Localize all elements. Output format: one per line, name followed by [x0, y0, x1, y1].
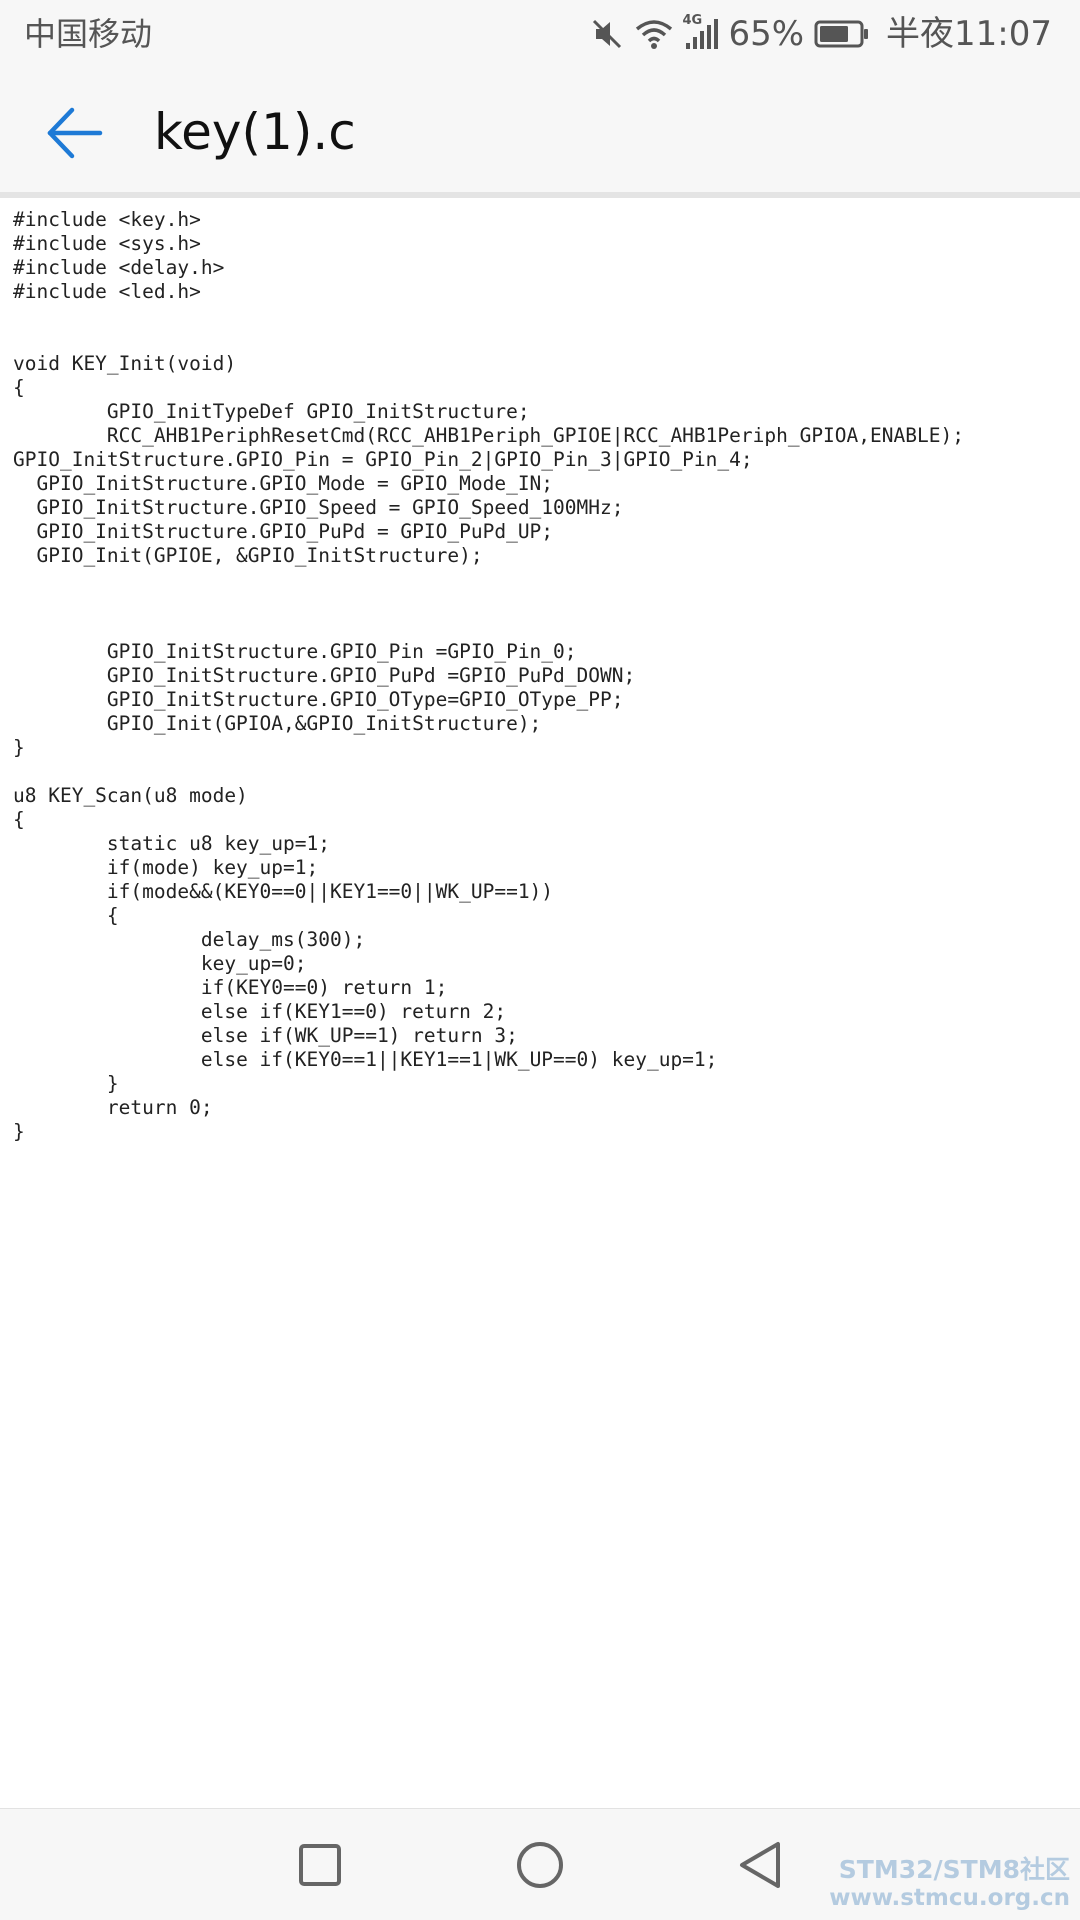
code-line: GPIO_InitStructure.GPIO_OType=GPIO_OType… — [13, 688, 624, 711]
code-line: } — [13, 736, 25, 759]
code-line: #include <key.h> — [13, 208, 201, 231]
wifi-icon — [634, 17, 674, 51]
watermark-line1: STM32/STM8社区 — [838, 1855, 1070, 1884]
code-line: #include <delay.h> — [13, 256, 225, 279]
clock: 半夜11:07 — [886, 14, 1052, 54]
code-line: GPIO_Init(GPIOA,&GPIO_InitStructure); — [13, 712, 542, 735]
code-line: { — [13, 808, 25, 831]
code-line: if(mode&&(KEY0==0||KEY1==0||WK_UP==1)) — [13, 880, 554, 903]
code-line: GPIO_InitStructure.GPIO_PuPd = GPIO_PuPd… — [13, 520, 554, 543]
triangle-back-icon — [740, 1842, 780, 1888]
code-view[interactable]: #include <key.h> #include <sys.h> #inclu… — [0, 198, 1080, 1808]
carrier-name: 中国移动 — [24, 15, 153, 53]
code-line: static u8 key_up=1; — [13, 832, 330, 855]
mute-icon — [590, 17, 624, 51]
code-line: void KEY_Init(void) — [13, 352, 237, 375]
code-line: delay_ms(300); — [13, 928, 366, 951]
watermark: STM32/STM8社区 www.stmcu.org.cn — [829, 1856, 1070, 1912]
code-line: #include <sys.h> — [13, 232, 201, 255]
status-icons: 4G 65% 半夜11:07 — [590, 10, 1052, 58]
code-line: else if(WK_UP==1) return 3; — [13, 1024, 518, 1047]
code-line: else if(KEY0==1||KEY1==1|WK_UP==0) key_u… — [13, 1048, 718, 1071]
battery-icon — [814, 19, 870, 49]
code-line: GPIO_InitTypeDef GPIO_InitStructure; — [13, 400, 530, 423]
network-type: 4G — [682, 13, 703, 28]
file-title: key(1).c — [154, 103, 356, 161]
code-line: if(KEY0==0) return 1; — [13, 976, 448, 999]
code-line: GPIO_InitStructure.GPIO_Pin =GPIO_Pin_0; — [13, 640, 577, 663]
code-line: key_up=0; — [13, 952, 307, 975]
code-line: u8 KEY_Scan(u8 mode) — [13, 784, 248, 807]
code-line: GPIO_InitStructure.GPIO_PuPd =GPIO_PuPd_… — [13, 664, 636, 687]
code-line: GPIO_InitStructure.GPIO_Speed = GPIO_Spe… — [13, 496, 624, 519]
code-line: GPIO_InitStructure.GPIO_Pin = GPIO_Pin_2… — [13, 448, 753, 471]
square-recents-icon — [299, 1844, 341, 1886]
signal-icon: 4G — [682, 13, 719, 51]
code-line: } — [13, 1072, 119, 1095]
home-button[interactable] — [510, 1835, 570, 1895]
code-line: GPIO_Init(GPIOE, &GPIO_InitStructure); — [13, 544, 483, 567]
battery-percent: 65% — [728, 14, 805, 54]
recents-button[interactable] — [290, 1835, 350, 1895]
source-code: #include <key.h> #include <sys.h> #inclu… — [13, 208, 964, 1144]
back-button[interactable] — [40, 98, 110, 168]
code-line: { — [13, 904, 119, 927]
status-bar: 中国移动 4G 65% 半夜11:07 — [0, 0, 1080, 68]
nav-back-button[interactable] — [730, 1835, 790, 1895]
code-line: RCC_AHB1PeriphResetCmd(RCC_AHB1Periph_GP… — [13, 424, 964, 447]
code-line: GPIO_InitStructure.GPIO_Mode = GPIO_Mode… — [13, 472, 554, 495]
app-bar: key(1).c — [0, 68, 1080, 192]
code-line: } — [13, 1120, 25, 1143]
code-line: { — [13, 376, 25, 399]
navigation-bar: STM32/STM8社区 www.stmcu.org.cn — [0, 1808, 1080, 1920]
code-line: return 0; — [13, 1096, 213, 1119]
watermark-line2: www.stmcu.org.cn — [829, 1885, 1070, 1911]
code-line: #include <led.h> — [13, 280, 201, 303]
code-line: else if(KEY1==0) return 2; — [13, 1000, 507, 1023]
code-line: if(mode) key_up=1; — [13, 856, 319, 879]
back-arrow-icon — [47, 107, 103, 159]
circle-home-icon — [517, 1842, 563, 1888]
